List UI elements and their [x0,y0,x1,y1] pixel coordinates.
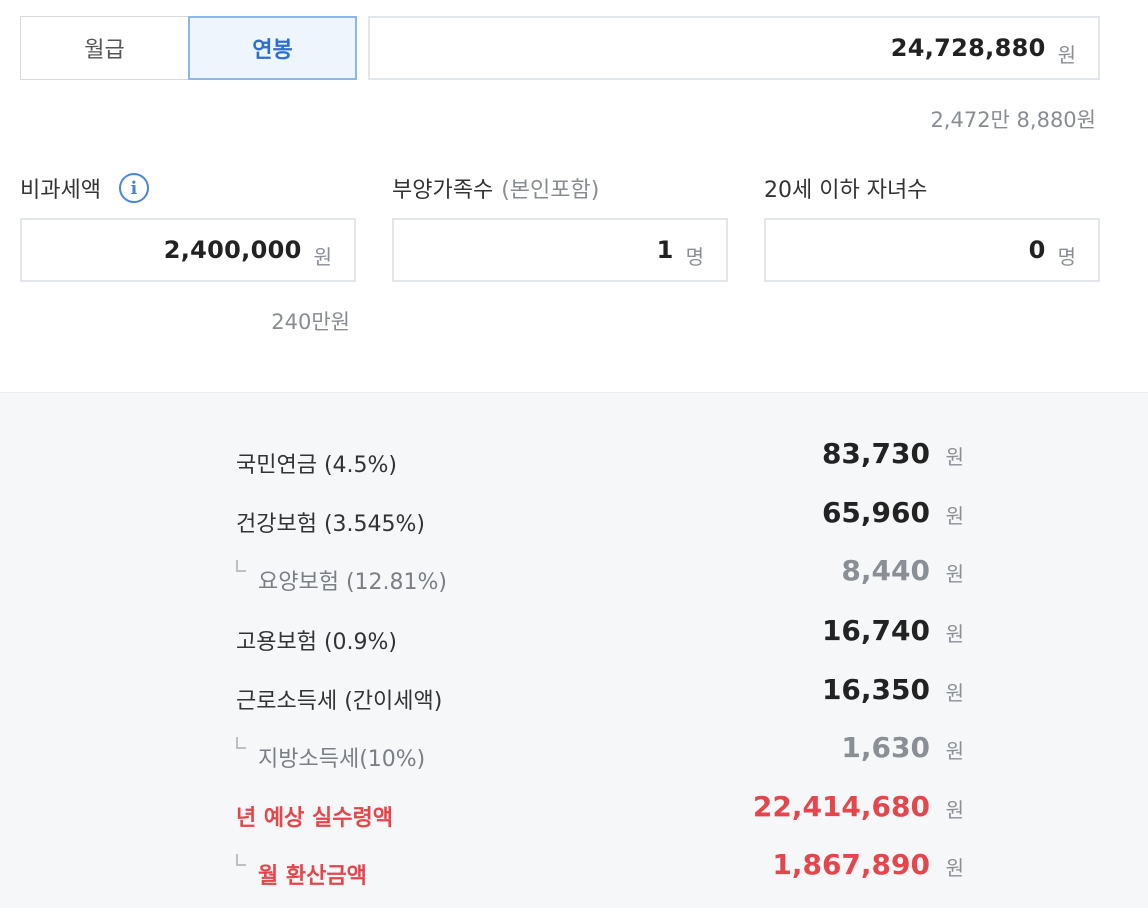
result-name: 년 예상 실수령액 [236,806,393,831]
result-row-annual-net: 년 예상 실수령액 22,414,680 원 [236,790,966,834]
children-input[interactable]: 0 명 [764,218,1100,282]
result-unit: 원 [945,856,964,880]
result-amount: 1,867,890 [772,848,930,881]
info-icon[interactable]: i [118,173,149,203]
result-name: 고용보험 (0.9%) [236,630,398,655]
result-unit: 원 [945,798,964,822]
result-amount: 65,960 [821,496,930,529]
sub-item-corner-icon [236,854,246,866]
result-unit: 원 [945,562,964,586]
result-name: 요양보험 (12.81%) [258,570,448,595]
children-unit: 명 [1057,244,1076,269]
result-name: 건강보험 (3.545%) [236,512,426,537]
result-row-care: 요양보험 (12.81%) 8,440 원 [236,554,966,598]
tab-monthly[interactable]: 월급 [20,16,189,80]
result-name: 근로소득세 (간이세액) [236,689,443,714]
result-name: 국민연금 (4.5%) [236,453,398,478]
result-name: 지방소득세(10%) [258,747,426,772]
nontax-label-group: 비과세액 i [20,172,149,204]
result-row-health: 건강보험 (3.545%) 65,960 원 [236,496,966,540]
dependents-value: 1 [656,236,674,264]
result-amount: 22,414,680 [752,790,930,823]
result-unit: 원 [945,681,964,705]
sub-item-corner-icon [236,560,246,572]
salary-value: 24,728,880 [890,34,1046,62]
result-amount: 83,730 [821,437,930,470]
dependents-label: 부양가족수 [392,178,494,203]
salary-input[interactable]: 24,728,880 원 [368,16,1100,80]
result-unit: 원 [945,739,964,763]
nontax-readable: 240만원 [271,310,350,334]
dependents-label-group: 부양가족수 (본인포함) [392,172,599,204]
result-unit: 원 [945,622,964,646]
nontax-value: 2,400,000 [163,236,302,264]
dependents-input[interactable]: 1 명 [392,218,728,282]
nontax-input[interactable]: 2,400,000 원 [20,218,356,282]
result-row-income-tax: 근로소득세 (간이세액) 16,350 원 [236,673,966,717]
result-amount: 1,630 [841,731,930,764]
result-unit: 원 [945,504,964,528]
calculator-inputs: 월급 연봉 24,728,880 원 2,472만 8,880원 비과세액 i … [0,0,1148,392]
result-amount: 8,440 [841,554,930,587]
salary-unit: 원 [1057,42,1076,67]
result-row-employment: 고용보험 (0.9%) 16,740 원 [236,614,966,658]
dependents-label-sub: (본인포함) [501,178,600,203]
nontax-label: 비과세액 [20,178,101,203]
result-amount: 16,350 [821,673,930,706]
pay-type-tabs: 월급 연봉 [20,16,358,80]
nontax-unit: 원 [313,244,332,269]
result-row-monthly-net: 월 환산금액 1,867,890 원 [236,848,966,892]
result-amount: 16,740 [821,614,930,647]
children-label: 20세 이하 자녀수 [764,178,928,203]
children-value: 0 [1028,236,1046,264]
tab-annual[interactable]: 연봉 [188,16,357,80]
result-row-local-tax: 지방소득세(10%) 1,630 원 [236,731,966,775]
sub-item-corner-icon [236,737,246,749]
children-label-group: 20세 이하 자녀수 [764,172,927,204]
result-name: 월 환산금액 [258,864,367,889]
salary-readable: 2,472만 8,880원 [930,108,1096,132]
result-row-pension: 국민연금 (4.5%) 83,730 원 [236,437,966,481]
deduction-results: 국민연금 (4.5%) 83,730 원 건강보험 (3.545%) 65,96… [0,392,1148,908]
result-unit: 원 [945,445,964,469]
dependents-unit: 명 [685,244,704,269]
